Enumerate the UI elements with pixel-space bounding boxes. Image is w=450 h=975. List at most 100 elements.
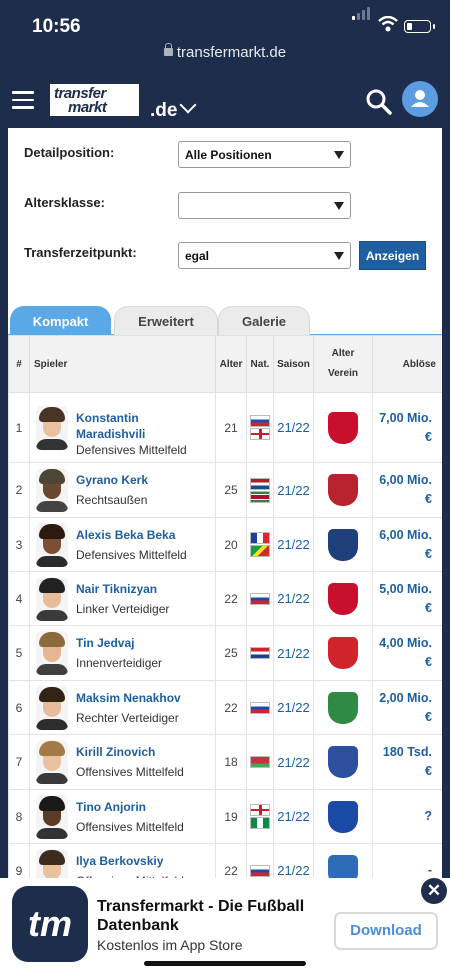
club-crest-icon[interactable] [328, 528, 358, 561]
close-icon[interactable]: ✕ [421, 878, 447, 904]
nationality-cell [246, 392, 274, 463]
tab-erweitert[interactable]: Erweitert [114, 306, 218, 336]
search-icon[interactable] [366, 89, 392, 115]
col-nationality[interactable]: Nat. [246, 335, 274, 393]
row-number: 7 [8, 734, 30, 790]
col-number[interactable]: # [8, 335, 30, 393]
transfer-fee[interactable]: 180 Tsd. € [372, 734, 442, 790]
transfer-fee[interactable]: ? [372, 789, 442, 844]
tab-galerie[interactable]: Galerie [218, 306, 310, 336]
download-button[interactable]: Download [334, 912, 438, 950]
transfer-fee[interactable]: 2,00 Mio. € [372, 680, 442, 735]
col-fee[interactable]: Ablöse [372, 335, 442, 393]
player-name-link[interactable]: Kirill Zinovich [76, 744, 206, 760]
player-name-link[interactable]: Gyrano Kerk [76, 472, 206, 488]
address-bar[interactable]: transfermarkt.de [0, 43, 450, 74]
col-old-club[interactable]: Alter Verein [313, 335, 373, 393]
url-text: transfermarkt.de [176, 44, 287, 61]
player-position: Defensives Mittelfeld [76, 443, 187, 457]
season-link[interactable]: 21/22 [273, 789, 314, 844]
club-crest-icon[interactable] [328, 474, 358, 506]
tab-kompakt[interactable]: Kompakt [10, 306, 111, 336]
row-number: 9 [8, 843, 30, 878]
flag-cg-icon [250, 545, 270, 557]
season-link[interactable]: 21/22 [273, 680, 314, 735]
row-number: 4 [8, 571, 30, 626]
season-link[interactable]: 21/22 [273, 625, 314, 681]
old-club-cell [313, 789, 373, 844]
player-photo[interactable] [36, 686, 68, 730]
player-photo[interactable] [36, 795, 68, 839]
season-link[interactable]: 21/22 [273, 734, 314, 790]
player-name-link[interactable]: Alexis Beka Beka [76, 527, 206, 543]
transfer-fee[interactable]: 5,00 Mio. € [372, 571, 442, 626]
table-row: 5 Tin Jedvaj Innenverteidiger 25 21/22 4,00 M… [8, 625, 442, 681]
season-link[interactable]: 21/22 [273, 571, 314, 626]
player-name-link[interactable]: Ilya Berkovskiy [76, 853, 206, 869]
club-crest-icon[interactable] [328, 691, 358, 724]
transfer-fee[interactable]: 6,00 Mio. € [372, 462, 442, 518]
transfer-time-select[interactable]: egal [178, 242, 351, 269]
country-domain[interactable]: .de [150, 100, 177, 122]
col-season[interactable]: Saison [273, 335, 314, 393]
player-photo[interactable] [36, 740, 68, 784]
row-number: 2 [8, 462, 30, 518]
club-crest-icon[interactable] [328, 582, 358, 615]
season-link[interactable]: 21/22 [273, 462, 314, 518]
wifi-icon [378, 16, 398, 32]
player-photo[interactable] [36, 468, 68, 512]
player-cell: Gyrano Kerk Rechtsaußen [29, 462, 216, 518]
transfer-fee[interactable]: 7,00 Mio. € [372, 392, 442, 463]
flag-ru-icon [250, 701, 270, 714]
chevron-down-icon[interactable] [179, 96, 197, 114]
transfer-fee[interactable]: 6,00 Mio. € [372, 517, 442, 572]
club-crest-icon[interactable] [328, 854, 358, 878]
table-row: 2 Gyrano Kerk Rechtsaußen 25 21/22 6,00 Mio. … [8, 462, 442, 518]
dropdown-arrow-icon [334, 252, 344, 260]
age-class-label: Altersklasse: [24, 195, 105, 210]
age-class-select[interactable] [178, 192, 351, 219]
nationality-cell [246, 789, 274, 844]
table-row: 1 Konstantin Maradishvili Defensives Mitte… [8, 392, 442, 463]
player-photo[interactable] [36, 406, 68, 450]
player-name-link[interactable]: Tin Jedvaj [76, 635, 206, 651]
transfer-fee[interactable]: 4,00 Mio. € [372, 625, 442, 681]
user-icon[interactable] [402, 81, 438, 117]
col-player[interactable]: Spieler [29, 335, 216, 393]
player-age: 22 [215, 571, 247, 626]
player-name-link[interactable]: Tino Anjorin [76, 799, 206, 815]
old-club-cell [313, 625, 373, 681]
club-crest-icon[interactable] [328, 800, 358, 833]
menu-icon[interactable] [12, 91, 34, 109]
transfer-fee[interactable]: - [372, 843, 442, 878]
season-link[interactable]: 21/22 [273, 392, 314, 463]
club-crest-icon[interactable] [328, 637, 358, 669]
player-photo[interactable] [36, 631, 68, 675]
club-crest-icon[interactable] [328, 746, 358, 778]
dropdown-arrow-icon [334, 151, 344, 159]
table-row: 8 Tino Anjorin Offensives Mittelfeld 19 21/2… [8, 789, 442, 844]
row-number: 1 [8, 392, 30, 463]
app-subtitle: Kostenlos im App Store [97, 937, 243, 953]
player-photo[interactable] [36, 577, 68, 621]
col-age[interactable]: Alter [215, 335, 247, 393]
battery-icon [404, 20, 435, 33]
player-position: Offensives Mittelfeld [76, 765, 184, 779]
season-link[interactable]: 21/22 [273, 843, 314, 878]
season-link[interactable]: 21/22 [273, 517, 314, 572]
player-name-link[interactable]: Nair Tiknizyan [76, 581, 206, 597]
club-crest-icon[interactable] [328, 411, 358, 444]
flag-fr-icon [250, 532, 270, 544]
nationality-cell [246, 734, 274, 790]
player-age: 19 [215, 789, 247, 844]
detail-position-select[interactable]: Alle Positionen [178, 141, 351, 168]
player-photo[interactable] [36, 849, 68, 878]
player-name-link[interactable]: Konstantin Maradishvili [76, 410, 206, 442]
site-logo[interactable]: transfer markt [48, 82, 141, 118]
player-name-link[interactable]: Maksim Nenakhov [76, 690, 206, 706]
table-row: 4 Nair Tiknizyan Linker Verteidiger 22 21/22… [8, 571, 442, 626]
show-button[interactable]: Anzeigen [359, 241, 426, 270]
player-photo[interactable] [36, 523, 68, 567]
logo-text-bottom: markt [68, 99, 107, 116]
app-icon[interactable]: tm [12, 886, 88, 962]
